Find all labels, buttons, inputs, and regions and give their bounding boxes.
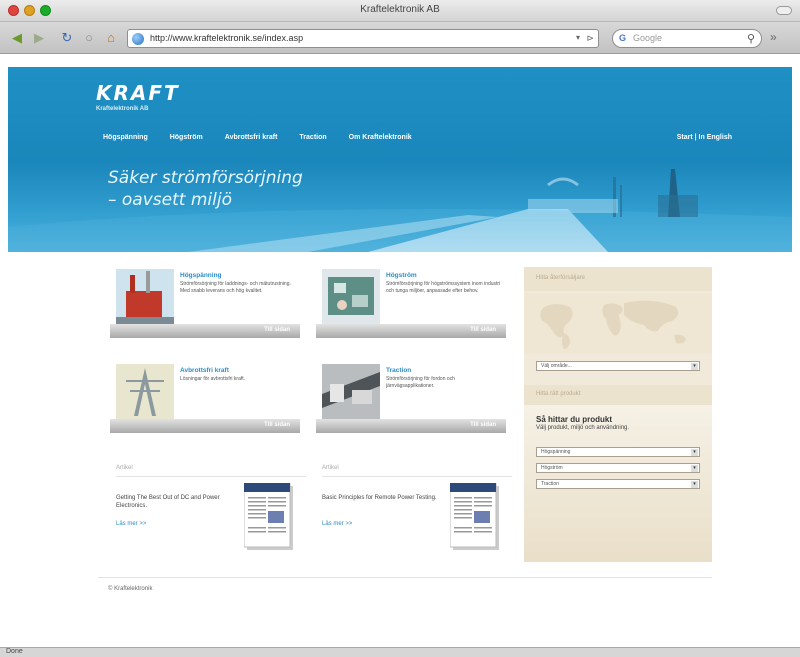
search-icon[interactable]: ⚲ <box>747 32 755 45</box>
product-select-value: Traction <box>541 481 559 487</box>
card-footer: Till sidan <box>110 419 300 433</box>
card-footer: Till sidan <box>110 324 300 338</box>
panel-heading-text: Hitta återförsäljare <box>536 275 586 281</box>
document-thumbnail[interactable] <box>244 483 294 551</box>
article-read-more-link[interactable]: Läs mer >> <box>116 521 146 527</box>
nav-item-traction[interactable]: Traction <box>299 134 326 141</box>
status-text: Done <box>6 648 23 655</box>
card-footer: Till sidan <box>316 324 506 338</box>
window-title: Kraftelektronik AB <box>360 4 440 15</box>
nav-item-hogstrom[interactable]: Högström <box>170 134 203 141</box>
search-placeholder: Google <box>633 33 663 43</box>
article-block-2: Artikel Basic Principles for Remote Powe… <box>322 465 512 565</box>
product-finder-title: Så hittar du produkt <box>536 415 612 424</box>
chevron-down-icon[interactable]: ▾ <box>691 449 698 456</box>
chevron-down-icon[interactable]: ▾ <box>691 481 698 488</box>
card-footer: Till sidan <box>316 419 506 433</box>
panel-heading: Hitta återförsäljare <box>524 267 712 291</box>
article-text[interactable]: Getting The Best Out of DC and Power Ele… <box>116 495 231 510</box>
panel-subheading: Hitta rätt produkt <box>524 385 712 405</box>
article-read-more-link[interactable]: Läs mer >> <box>322 521 352 527</box>
stop-icon[interactable]: ○ <box>80 30 98 46</box>
nav-item-avbrottsfri-kraft[interactable]: Avbrottsfri kraft <box>225 134 278 141</box>
card-description: Strömförsörjning för högströmssystem ino… <box>386 281 501 294</box>
article-heading: Artikel <box>116 465 306 477</box>
chevron-down-icon[interactable]: ▾ <box>691 363 698 370</box>
product-card-hogstrom[interactable]: Högström Strömförsörjning för högströmss… <box>316 268 506 340</box>
card-title[interactable]: Högström <box>386 272 417 279</box>
url-dropdown-icon[interactable]: ▾ <box>576 33 580 42</box>
forward-arrow-icon[interactable]: ▶ <box>30 30 48 46</box>
browser-toolbar: ◀ ▶ ↻ ○ ⌂ http://www.kraftelektronik.se/… <box>0 22 800 54</box>
tagline-line-1: Säker strömförsörjning <box>108 168 303 188</box>
status-bar: Done <box>0 647 800 657</box>
product-finder: Så hittar du produkt Välj produkt, miljö… <box>524 405 712 562</box>
footer-divider <box>98 577 712 578</box>
product-select-value: Högström <box>541 465 563 471</box>
article-block-1: Artikel Getting The Best Out of DC and P… <box>116 465 306 565</box>
product-select-2[interactable]: Högström ▾ <box>536 463 700 473</box>
globe-icon <box>132 33 144 45</box>
power-pylon-photo <box>116 364 174 420</box>
tagline: Säker strömförsörjning – oavsett miljö <box>108 167 303 211</box>
chevron-down-icon[interactable]: ▾ <box>691 465 698 472</box>
traction-photo <box>322 364 380 420</box>
article-text[interactable]: Basic Principles for Remote Power Testin… <box>322 495 437 503</box>
product-select-3[interactable]: Traction ▾ <box>536 479 700 489</box>
home-icon[interactable]: ⌂ <box>102 30 120 46</box>
search-field[interactable]: G Google ⚲ <box>612 29 762 48</box>
product-finder-subtitle: Välj produkt, miljö och användning. <box>536 425 630 431</box>
rss-icon[interactable]: ⊳ <box>586 33 594 44</box>
region-select[interactable]: Välj område... ▾ <box>536 361 700 371</box>
page-content: KRAFT Kraftelektronik AB Högspänning Hög… <box>0 55 800 647</box>
main-nav: Högspänning Högström Avbrottsfri kraft T… <box>103 134 434 141</box>
card-description: Lösningar för avbrottsfri kraft. <box>180 376 246 382</box>
card-title[interactable]: Avbrottsfri kraft <box>180 367 229 374</box>
product-select-value: Högspänning <box>541 449 571 455</box>
window-titlebar: Kraftelektronik AB <box>0 0 800 22</box>
region-select-value: Välj område... <box>541 363 572 369</box>
logo[interactable]: KRAFT <box>96 81 180 105</box>
product-select-1[interactable]: Högspänning ▾ <box>536 447 700 457</box>
header-banner: KRAFT Kraftelektronik AB Högspänning Hög… <box>8 67 792 252</box>
document-thumbnail[interactable] <box>450 483 500 551</box>
scrollbar-track[interactable] <box>792 55 800 647</box>
logo-subtitle: Kraftelektronik AB <box>96 106 149 112</box>
dealer-finder-panel: Hitta återförsäljare Välj område... ▾ Hi… <box>524 267 712 562</box>
toolbar-toggle-button[interactable] <box>776 6 792 15</box>
copyright: © Kraftelektronik <box>108 586 153 592</box>
card-description: Strömförsörjning för laddnings- och mätu… <box>180 281 291 294</box>
google-icon[interactable]: G <box>619 33 626 43</box>
product-card-avbrottsfri-kraft[interactable]: Avbrottsfri kraft Lösningar för avbrotts… <box>110 363 300 435</box>
nav-item-hogspanning[interactable]: Högspänning <box>103 134 148 141</box>
card-more-link[interactable]: Till sidan <box>264 327 290 333</box>
card-more-link[interactable]: Till sidan <box>470 327 496 333</box>
url-text[interactable]: http://www.kraftelektronik.se/index.asp <box>150 33 303 43</box>
card-title[interactable]: Traction <box>386 367 411 374</box>
card-title[interactable]: Högspänning <box>180 272 222 279</box>
panel-subheading-text: Hitta rätt produkt <box>536 391 581 397</box>
high-voltage-photo <box>116 269 174 325</box>
high-current-photo <box>322 269 380 325</box>
tagline-line-2: – oavsett miljö <box>108 190 232 210</box>
product-card-traction[interactable]: Traction Strömförsörjning för fordon och… <box>316 363 506 435</box>
product-card-hogspanning[interactable]: Högspänning Strömförsörjning för laddnin… <box>110 268 300 340</box>
nav-item-om-kraftelektronik[interactable]: Om Kraftelektronik <box>349 134 412 141</box>
card-more-link[interactable]: Till sidan <box>470 422 496 428</box>
back-arrow-icon[interactable]: ◀ <box>8 30 26 46</box>
reload-icon[interactable]: ↻ <box>58 30 76 46</box>
world-map[interactable] <box>524 293 712 353</box>
card-more-link[interactable]: Till sidan <box>264 422 290 428</box>
address-bar[interactable]: http://www.kraftelektronik.se/index.asp … <box>127 29 599 48</box>
menu-arrow-icon[interactable]: » <box>770 30 777 44</box>
article-heading: Artikel <box>322 465 512 477</box>
card-description: Strömförsörjning för fordon och järnvägs… <box>386 376 455 389</box>
language-links[interactable]: Start | In English <box>677 134 732 141</box>
